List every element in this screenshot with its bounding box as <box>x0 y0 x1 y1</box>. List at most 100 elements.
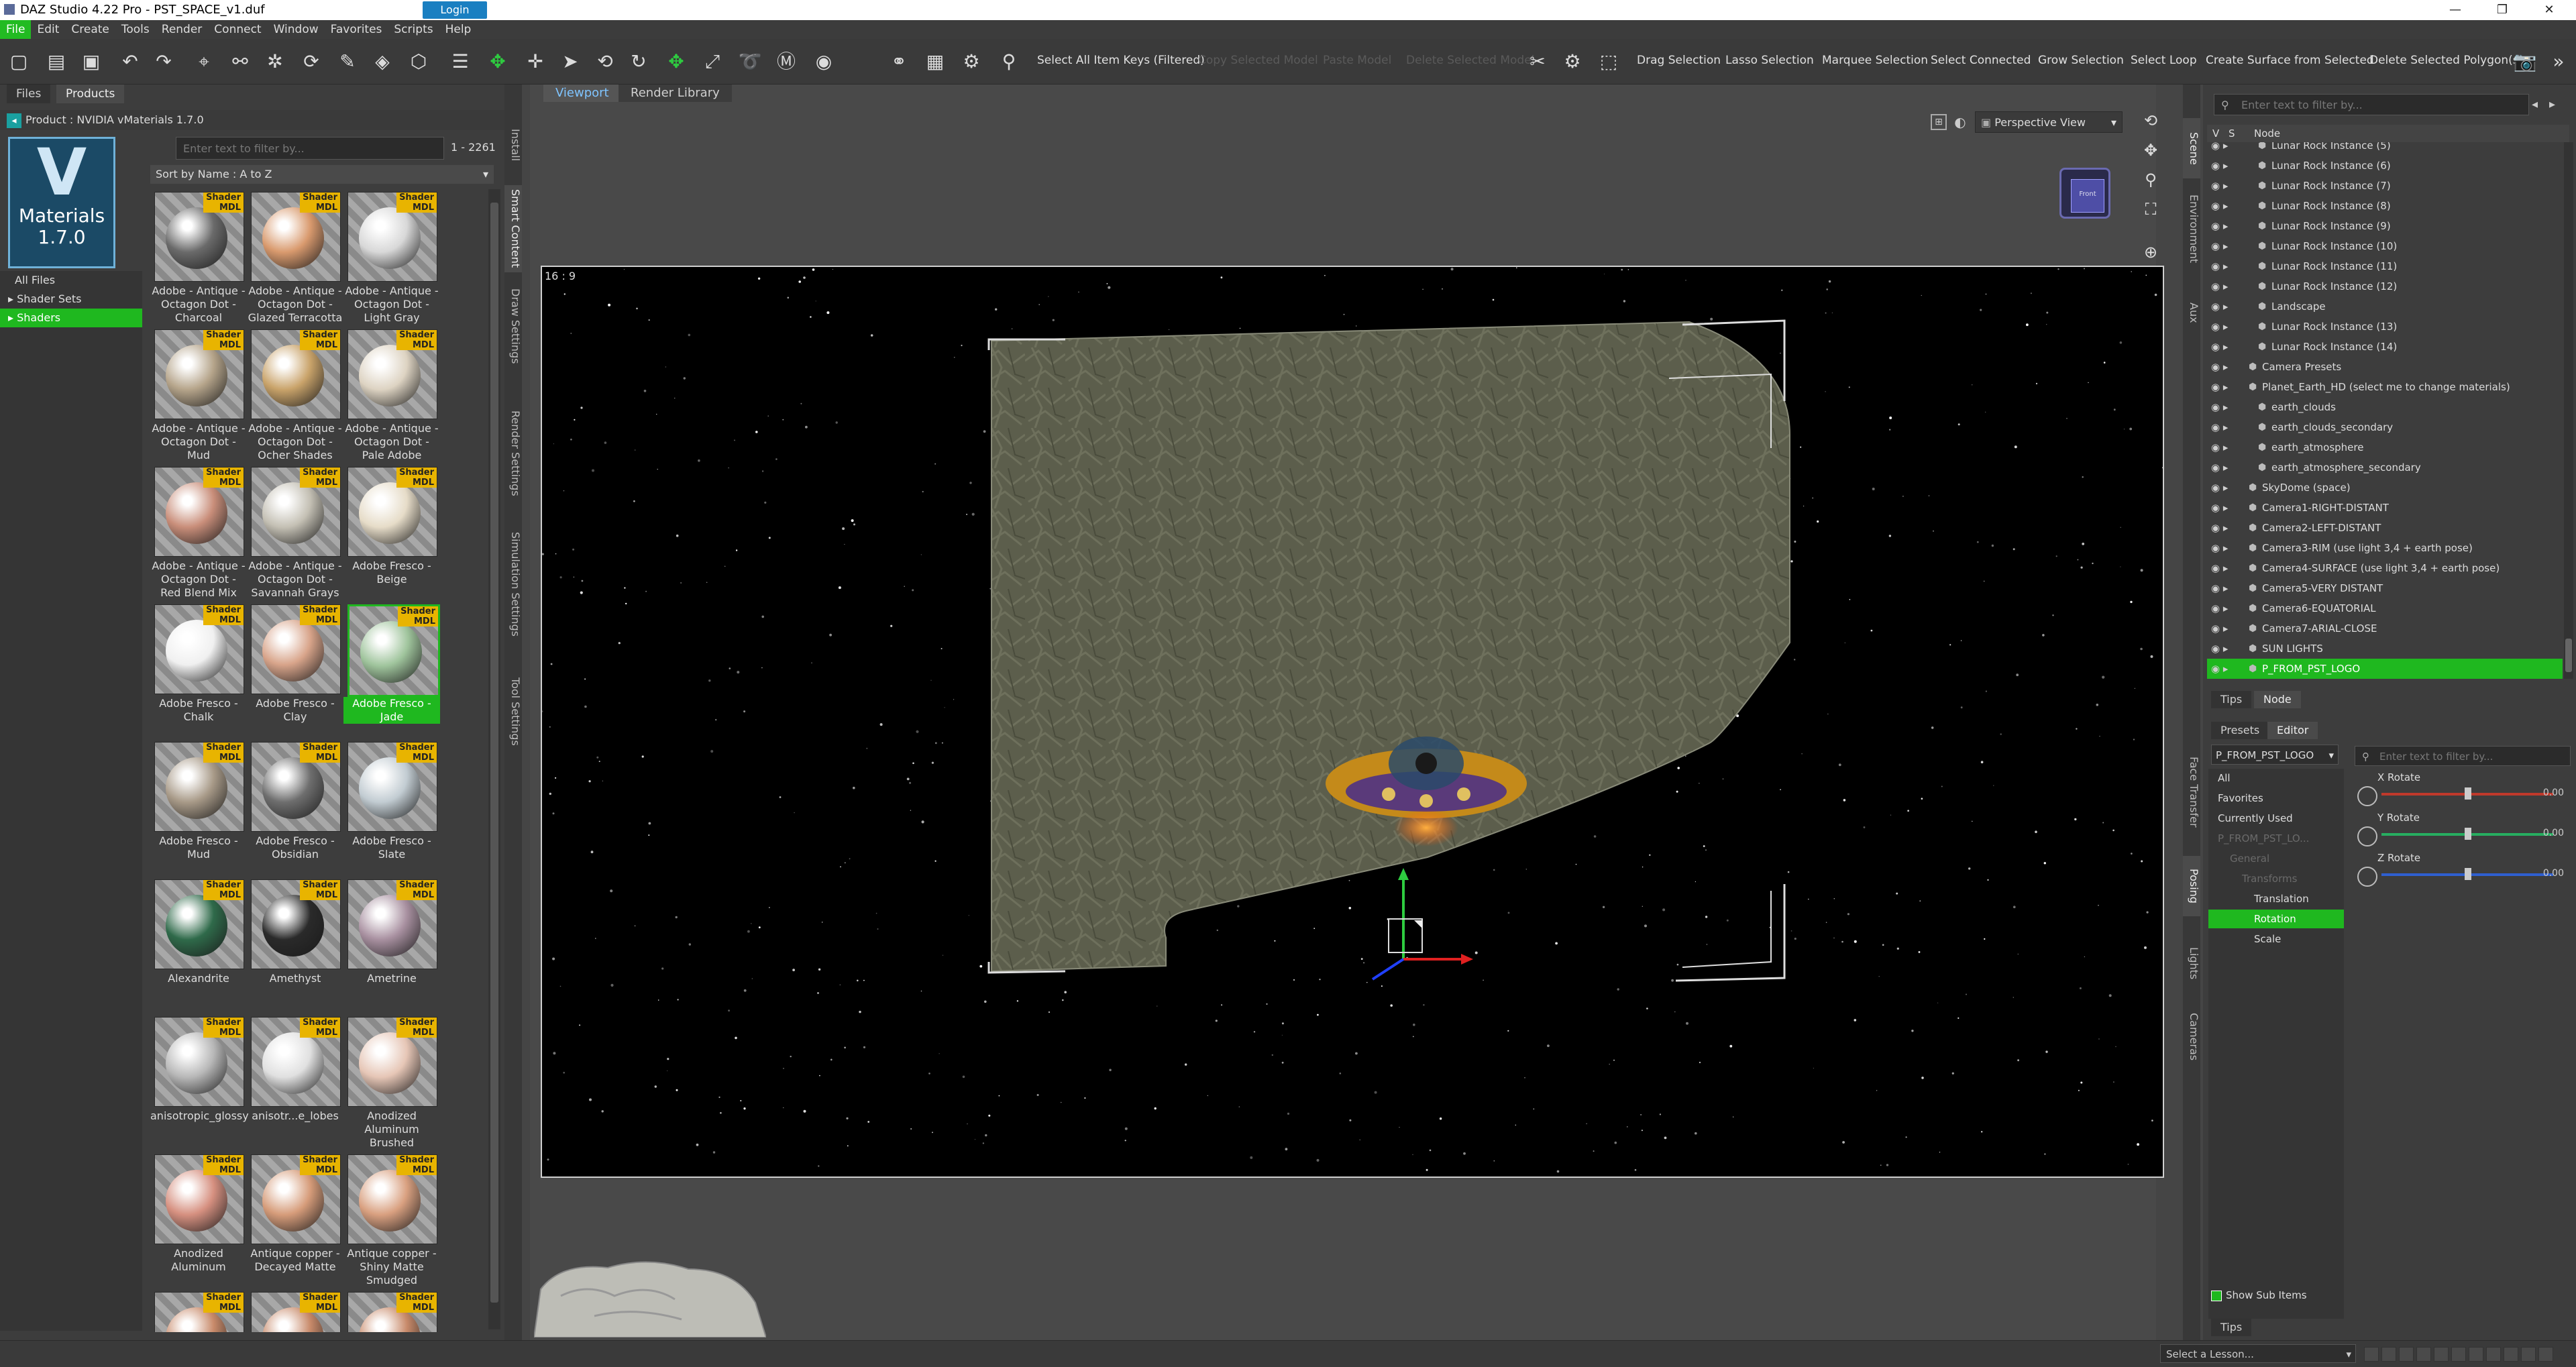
rotate-slider[interactable]: Y Rotate 0.00 <box>2355 812 2571 849</box>
menu-edit[interactable]: Edit <box>31 20 65 39</box>
visibility-eye-icon[interactable]: ◉ ▸ <box>2211 457 2228 478</box>
scene-node-row[interactable]: ◉ ▸ ⬢ P_FROM_PST_LOGO <box>2207 659 2563 679</box>
scene-node-row[interactable]: ◉ ▸ ⬢ Lunar Rock Instance (7) <box>2207 176 2563 196</box>
shader-item[interactable]: Shader MDL <box>150 1292 247 1332</box>
side-tab[interactable]: Smart Content <box>504 185 522 272</box>
scene-node-row[interactable]: ◉ ▸ ⬢ Lunar Rock Instance (5) <box>2207 142 2563 156</box>
camera-icon[interactable]: 📷 <box>2513 50 2537 74</box>
side-tab[interactable]: Scene <box>2183 118 2200 178</box>
property-group[interactable]: Translation <box>2208 889 2344 908</box>
shader-item[interactable]: Shader MDL anisotropic_glossy <box>150 1017 249 1154</box>
visibility-eye-icon[interactable]: ◉ ▸ <box>2211 598 2228 618</box>
shader-item[interactable]: Shader MDL Amethyst <box>247 879 343 1017</box>
shader-item[interactable]: Shader MDL <box>343 1292 440 1332</box>
menu-file[interactable]: File <box>0 20 32 39</box>
view-cube[interactable]: Front <box>2059 168 2110 219</box>
side-tab[interactable]: Tool Settings <box>504 675 522 749</box>
slider-knob[interactable] <box>2465 828 2471 840</box>
menu-favorites[interactable]: Favorites <box>325 20 388 39</box>
reset-icon[interactable] <box>2357 867 2377 887</box>
scene-node-row[interactable]: ◉ ▸ ⬢ Camera Presets <box>2207 357 2563 377</box>
rotate-slider[interactable]: Z Rotate 0.00 <box>2355 852 2571 889</box>
minimize-button[interactable]: — <box>2435 0 2475 20</box>
side-tab[interactable]: Cameras <box>2183 1003 2200 1071</box>
category-item[interactable]: All Files <box>0 271 142 290</box>
keyframe-icon[interactable]: ⚲ <box>997 50 1021 74</box>
drag-selection-button[interactable]: Drag Selection <box>1637 54 1721 67</box>
delete-polygon-button[interactable]: Delete Selected Polygon(s) <box>2369 54 2523 67</box>
morph-tool-icon[interactable]: Ⓜ <box>774 50 798 74</box>
select-arrow-icon[interactable]: ➤ <box>558 50 582 74</box>
link-tool-icon[interactable]: ⚭ <box>887 50 911 74</box>
align-tool-icon[interactable]: ☰ <box>448 50 472 74</box>
shader-item[interactable]: Shader MDL Adobe Fresco - Obsidian <box>247 742 343 879</box>
scene-node-row[interactable]: ◉ ▸ ⬢ earth_clouds <box>2207 397 2563 417</box>
visibility-eye-icon[interactable]: ◉ ▸ <box>2211 142 2228 156</box>
orbit-icon[interactable]: ⟲ <box>593 50 617 74</box>
grow-selection-button[interactable]: Grow Selection <box>2038 54 2124 67</box>
shader-item[interactable]: Shader MDL Anodized Aluminum Brushed <box>343 1017 440 1154</box>
scene-node-row[interactable]: ◉ ▸ ⬢ Planet_Earth_HD (select me to change… <box>2207 377 2563 397</box>
scene-node-row[interactable]: ◉ ▸ ⬢ Camera3-RIM (use light 3,4 + earth p… <box>2207 538 2563 558</box>
content-scrollbar[interactable] <box>488 189 500 1329</box>
shader-item[interactable]: Shader MDL Adobe - Antique - Octagon Dot … <box>247 467 343 604</box>
shader-item[interactable]: Shader MDL Adobe Fresco - Clay <box>247 604 343 742</box>
property-group[interactable]: Scale <box>2208 930 2344 948</box>
lesson-step-button[interactable] <box>2521 1347 2536 1362</box>
render-settings-icon[interactable]: ⚙ <box>959 50 983 74</box>
lesson-step-button[interactable] <box>2451 1347 2466 1362</box>
visibility-eye-icon[interactable]: ◉ ▸ <box>2211 276 2228 296</box>
tab-tips[interactable]: Tips <box>2211 691 2252 708</box>
visibility-eye-icon[interactable]: ◉ ▸ <box>2211 377 2228 397</box>
menu-window[interactable]: Window <box>268 20 325 39</box>
scene-option-icon[interactable]: ◂ <box>2532 94 2548 115</box>
shader-item[interactable]: Shader MDL Ametrine <box>343 879 440 1017</box>
shader-item[interactable]: Shader MDL Adobe Fresco - Beige <box>343 467 440 604</box>
lesson-step-button[interactable] <box>2381 1347 2396 1362</box>
shader-item[interactable]: Shader MDL Anodized Aluminum <box>150 1154 247 1292</box>
aim-icon[interactable]: ⊕ <box>2141 243 2160 262</box>
maximize-button[interactable]: ❐ <box>2482 0 2522 20</box>
scene-node-row[interactable]: ◉ ▸ ⬢ Camera2-LEFT-DISTANT <box>2207 518 2563 538</box>
orbit-icon[interactable]: ⟲ <box>2141 111 2160 130</box>
close-button[interactable]: ✕ <box>2529 0 2569 20</box>
node-tool-icon[interactable]: ⌖ <box>192 50 216 74</box>
universal-tool-icon[interactable]: ✥ <box>486 50 510 74</box>
content-filter-input[interactable]: Enter text to filter by... <box>176 137 444 160</box>
rotate-icon[interactable]: ↻ <box>627 50 651 74</box>
active-pose-icon[interactable]: ✲ <box>263 50 287 74</box>
visibility-eye-icon[interactable]: ◉ ▸ <box>2211 156 2228 176</box>
scene-filter-input[interactable]: ⚲ Enter text to filter by... <box>2214 94 2529 115</box>
property-group[interactable]: Rotation <box>2208 910 2344 928</box>
translate-icon[interactable]: ✥ <box>664 50 688 74</box>
select-connected-button[interactable]: Select Connected <box>1931 54 2031 67</box>
open-folder-icon[interactable]: ▤ <box>44 50 68 74</box>
scene-node-row[interactable]: ◉ ▸ ⬢ Camera6-EQUATORIAL <box>2207 598 2563 618</box>
scene-render[interactable] <box>541 266 2164 1178</box>
scene-menu-icon[interactable]: ▸ <box>2549 94 2565 115</box>
visibility-eye-icon[interactable]: ◉ ▸ <box>2211 357 2228 377</box>
scene-node-row[interactable]: ◉ ▸ ⬢ Lunar Rock Instance (10) <box>2207 236 2563 256</box>
lesson-dropdown[interactable]: Select a Lesson... ▾ <box>2160 1344 2356 1363</box>
shader-item[interactable]: Shader MDL Adobe - Antique - Octagon Dot … <box>150 329 247 467</box>
visibility-eye-icon[interactable]: ◉ ▸ <box>2211 437 2228 457</box>
drag-select-icon[interactable]: ⬚ <box>1597 50 1621 74</box>
scene-node-row[interactable]: ◉ ▸ ⬢ Lunar Rock Instance (8) <box>2207 196 2563 216</box>
scene-node-row[interactable]: ◉ ▸ ⬢ SkyDome (space) <box>2207 478 2563 498</box>
magic-tool-icon[interactable]: ✂ <box>1525 50 1550 74</box>
shader-item[interactable]: Shader MDL Adobe - Antique - Octagon Dot … <box>343 192 440 329</box>
shader-item[interactable]: Shader MDL Adobe Fresco - Jade <box>343 604 440 742</box>
reset-icon[interactable] <box>2357 826 2377 846</box>
login-button[interactable]: Login <box>423 1 487 19</box>
scene-node-row[interactable]: ◉ ▸ ⬢ Lunar Rock Instance (6) <box>2207 156 2563 176</box>
shader-item[interactable]: Shader MDL Adobe - Antique - Octagon Dot … <box>343 329 440 467</box>
property-group[interactable]: Favorites <box>2208 789 2344 808</box>
redo-icon[interactable]: ↷ <box>152 50 176 74</box>
visibility-eye-icon[interactable]: ◉ ▸ <box>2211 417 2228 437</box>
property-group[interactable]: P_FROM_PST_LO... <box>2208 829 2344 848</box>
scene-node-row[interactable]: ◉ ▸ ⬢ Camera1-RIGHT-DISTANT <box>2207 498 2563 518</box>
frame-icon[interactable]: ⛶ <box>2141 200 2160 219</box>
lesson-step-button[interactable] <box>2538 1347 2553 1362</box>
property-group[interactable]: Currently Used <box>2208 809 2344 828</box>
side-tab[interactable]: Environment <box>2183 185 2200 272</box>
